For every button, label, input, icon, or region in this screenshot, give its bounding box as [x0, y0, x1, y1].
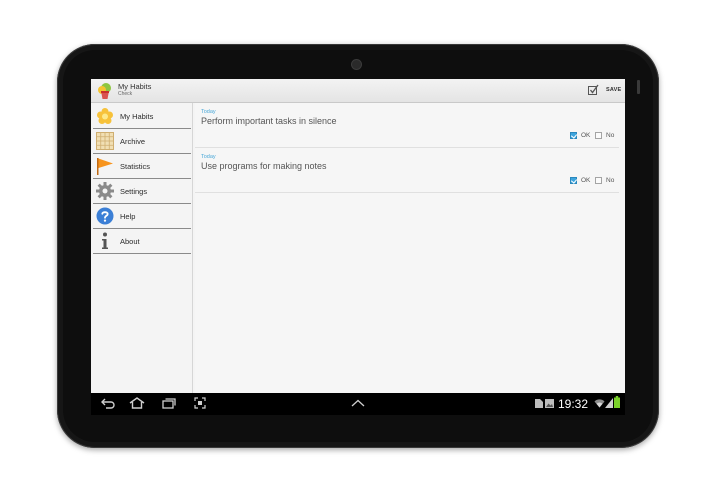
gallery-icon — [545, 399, 554, 408]
signal-icon — [605, 398, 613, 408]
gear-icon — [96, 182, 114, 200]
sidebar-item-archive[interactable]: Archive — [93, 129, 191, 154]
ok-label: OK — [581, 132, 591, 139]
habit-date: Today — [201, 109, 216, 115]
habit-date: Today — [201, 154, 216, 160]
sidebar-item-label: My Habits — [120, 112, 154, 121]
ok-checkbox[interactable] — [570, 132, 577, 139]
habit-item[interactable]: Today Use programs for making notes OK N… — [195, 148, 619, 193]
sidebar: My Habits Archive Statistics Settings He… — [91, 103, 193, 393]
habit-name: Use programs for making notes — [201, 161, 327, 171]
no-label: No — [606, 132, 615, 139]
screen: My Habits Check SAVE My Habits Archive S… — [91, 79, 625, 415]
archive-grid-icon — [96, 132, 114, 150]
action-bar: My Habits Check SAVE — [91, 79, 625, 103]
battery-icon — [614, 396, 620, 408]
save-button[interactable]: SAVE — [606, 87, 621, 93]
habit-name: Perform important tasks in silence — [201, 116, 337, 126]
system-bar: 19:32 — [91, 393, 625, 415]
recent-apps-icon[interactable] — [162, 397, 176, 409]
sidebar-item-help[interactable]: Help — [93, 204, 191, 229]
sidebar-item-label: Statistics — [120, 162, 151, 171]
hardware-slot — [637, 80, 640, 94]
sidebar-item-label: Help — [120, 212, 136, 221]
habit-item[interactable]: Today Perform important tasks in silence… — [195, 103, 619, 148]
back-icon[interactable] — [101, 397, 115, 409]
sidebar-item-about[interactable]: About — [93, 229, 191, 254]
no-checkbox[interactable] — [595, 177, 602, 184]
flower-icon — [97, 108, 113, 124]
ok-checkbox[interactable] — [570, 177, 577, 184]
sidebar-item-my-habits[interactable]: My Habits — [93, 104, 191, 129]
info-icon — [102, 232, 108, 249]
no-checkbox[interactable] — [595, 132, 602, 139]
screenshot-icon[interactable] — [194, 397, 206, 409]
no-label: No — [606, 177, 615, 184]
sidebar-item-label: Archive — [120, 137, 146, 146]
save-check-icon[interactable] — [588, 84, 599, 96]
help-icon — [96, 207, 114, 225]
sidebar-item-label: About — [120, 237, 140, 246]
ok-label: OK — [581, 177, 591, 184]
front-camera — [352, 60, 361, 69]
app-subtitle: Check — [118, 91, 133, 97]
sidebar-item-statistics[interactable]: Statistics — [93, 154, 191, 179]
app-title: My Habits — [118, 82, 152, 91]
wifi-icon — [594, 399, 605, 408]
sd-card-icon — [535, 399, 543, 408]
sidebar-item-settings[interactable]: Settings — [93, 179, 191, 204]
sidebar-item-label: Settings — [120, 187, 148, 196]
home-icon[interactable] — [129, 397, 145, 409]
app-logo-icon — [98, 83, 111, 99]
habit-list: Today Perform important tasks in silence… — [195, 103, 625, 393]
chevron-up-icon[interactable] — [351, 399, 365, 407]
clock: 19:32 — [558, 397, 589, 411]
flag-icon — [97, 158, 113, 175]
